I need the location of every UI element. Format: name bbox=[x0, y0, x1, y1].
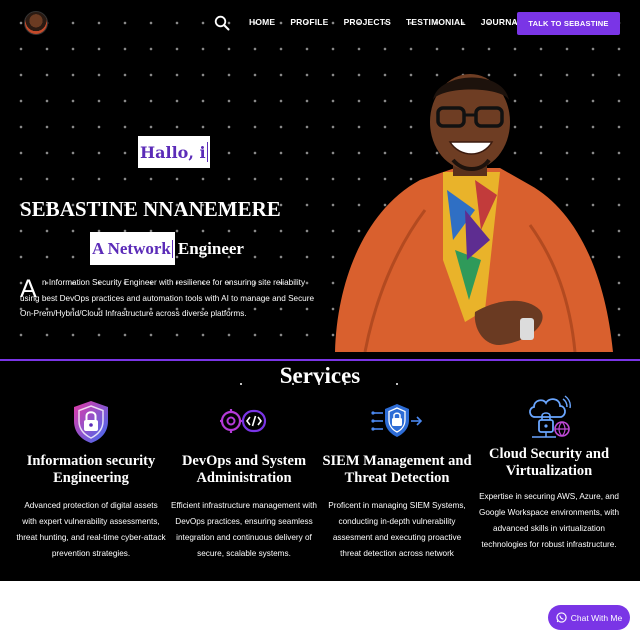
role-highlight: A Network bbox=[90, 232, 175, 265]
nav-links: HOME PROFILE PROJECTS TESTIMONIAL JOURNA… bbox=[249, 17, 544, 27]
role-typewriter: A Network Engineer bbox=[90, 232, 244, 265]
nav-link-home[interactable]: HOME bbox=[249, 17, 275, 27]
hero-section: HOME PROFILE PROJECTS TESTIMONIAL JOURNA… bbox=[0, 0, 640, 360]
services-title: Services bbox=[279, 363, 361, 388]
nav-link-testimonial[interactable]: TESTIMONIAL bbox=[406, 17, 466, 27]
profile-portrait bbox=[335, 74, 613, 352]
typing-caret bbox=[171, 239, 173, 258]
shield-lock-icon bbox=[74, 401, 108, 443]
whatsapp-icon bbox=[556, 612, 567, 623]
service-description: Efficient infrastructure management with… bbox=[171, 501, 317, 558]
bio-text: n Information Security Engineer with res… bbox=[20, 278, 315, 318]
services-section: Services Information security Engineerin… bbox=[0, 361, 640, 581]
chat-label: Chat With Me bbox=[570, 612, 623, 623]
talk-to-sebastine-button[interactable]: TALK TO SEBASTINE bbox=[517, 12, 620, 35]
service-description: Advanced protection of digital assets wi… bbox=[16, 501, 166, 558]
service-description: Expertise in securing AWS, Azure, and Go… bbox=[478, 492, 619, 549]
chat-with-me-button[interactable]: Chat With Me bbox=[548, 605, 630, 630]
devops-code-icon bbox=[220, 409, 267, 433]
hero-name: SEBASTINE NNANEMERE bbox=[20, 197, 281, 221]
role-rest-text: Engineer bbox=[177, 238, 244, 258]
role-typed-text: A Network bbox=[92, 238, 171, 258]
nav-link-projects[interactable]: PROJECTS bbox=[344, 17, 391, 27]
search-icon[interactable] bbox=[214, 15, 230, 31]
nav-link-profile[interactable]: PROFILE bbox=[290, 17, 328, 27]
service-title: Cloud Security and Virtualization bbox=[488, 446, 610, 479]
site-logo-avatar[interactable] bbox=[24, 11, 48, 35]
service-title: DevOps and System Administration bbox=[181, 453, 307, 486]
service-title: SIEM Management and Threat Detection bbox=[322, 453, 472, 486]
greeting-text: Hallo, i bbox=[140, 142, 206, 162]
cloud-security-icon bbox=[529, 395, 571, 438]
service-title: Information security Engineering bbox=[26, 453, 156, 486]
hero-bio: n Information Security Engineer with res… bbox=[20, 275, 320, 322]
typing-caret bbox=[206, 142, 208, 162]
top-navigation: HOME PROFILE PROJECTS TESTIMONIAL JOURNA… bbox=[0, 0, 640, 46]
service-description: Proficent in managing SIEM Systems, cond… bbox=[328, 501, 466, 558]
siem-shield-icon bbox=[371, 404, 423, 437]
greeting-typewriter: Hallo, i bbox=[138, 136, 210, 168]
